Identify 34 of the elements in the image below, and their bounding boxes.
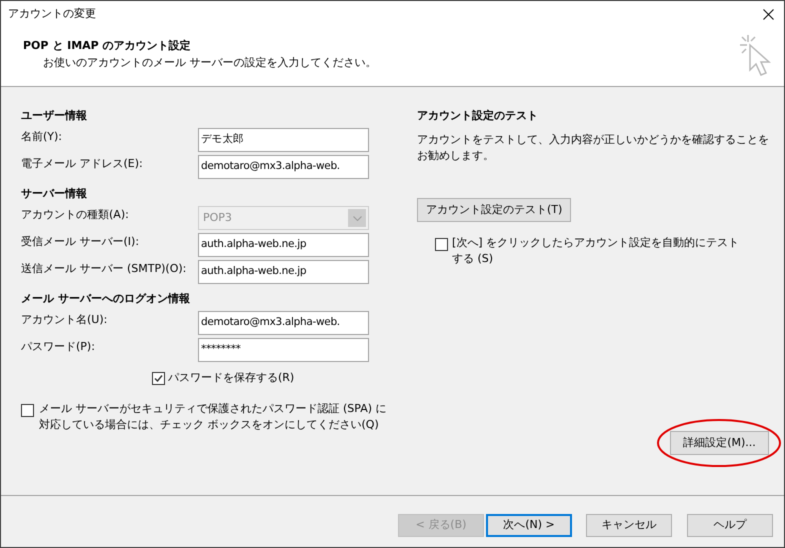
spa-label: メール サーバーがセキュリティで保護されたパスワード認証 (SPA) に対応している場合には、チェック ボックスをオンにしてください(Q) [39,400,388,432]
cursor-click-icon [738,33,772,79]
input-field[interactable]: auth.alpha-web.ne.jp [198,233,369,257]
checkbox[interactable] [21,404,34,416]
section-heading: サーバー情報 [21,186,88,202]
header-title: POP と IMAP のアカウント設定 [23,38,192,54]
field-label: 名前(Y): [21,129,64,145]
close-icon [762,8,774,20]
field-label: アカウントの種類(A): [21,207,130,223]
field-label: パスワード(P): [21,339,96,355]
advanced-settings-button[interactable]: 詳細設定(M)... [670,431,769,455]
input-field[interactable]: ******** [198,338,369,362]
field-label: アカウント名(U): [21,312,108,328]
section-heading: アカウント設定のテスト [417,108,539,124]
field-label: 電子メール アドレス(E): [21,156,144,172]
field-label: 送信メール サーバー (SMTP)(O): [21,261,188,277]
input-field[interactable]: demotaro@mx3.alpha-web. [198,155,369,179]
test-account-button[interactable]: アカウント設定のテスト(T) [417,198,572,222]
field-label: 受信メール サーバー(I): [21,234,140,250]
save-password-label: パスワードを保存する(R) [168,370,294,386]
input-field[interactable]: auth.alpha-web.ne.jp [198,260,369,284]
section-heading: ユーザー情報 [21,108,88,124]
checkbox[interactable] [152,372,165,385]
checkbox[interactable] [435,238,448,251]
footer-button[interactable]: ヘルプ [687,514,773,537]
input-field[interactable]: デモ太郎 [198,128,369,152]
footer-button[interactable]: キャンセル [586,514,672,537]
auto-test-label: [次へ] をクリックしたらアカウント設定を自動的にテストする (S) [452,235,740,267]
window-title: アカウントの変更 [8,6,96,22]
footer-button[interactable]: 次へ(N) > [486,514,572,537]
input-field[interactable]: demotaro@mx3.alpha-web. [198,311,369,335]
test-description: アカウントをテストして、入力内容が正しいかどうかを確認することをお勧めします。 [417,132,770,164]
header-subtitle: お使いのアカウントのメール サーバーの設定を入力してください。 [42,54,376,70]
section-heading: メール サーバーへのログオン情報 [21,291,191,307]
